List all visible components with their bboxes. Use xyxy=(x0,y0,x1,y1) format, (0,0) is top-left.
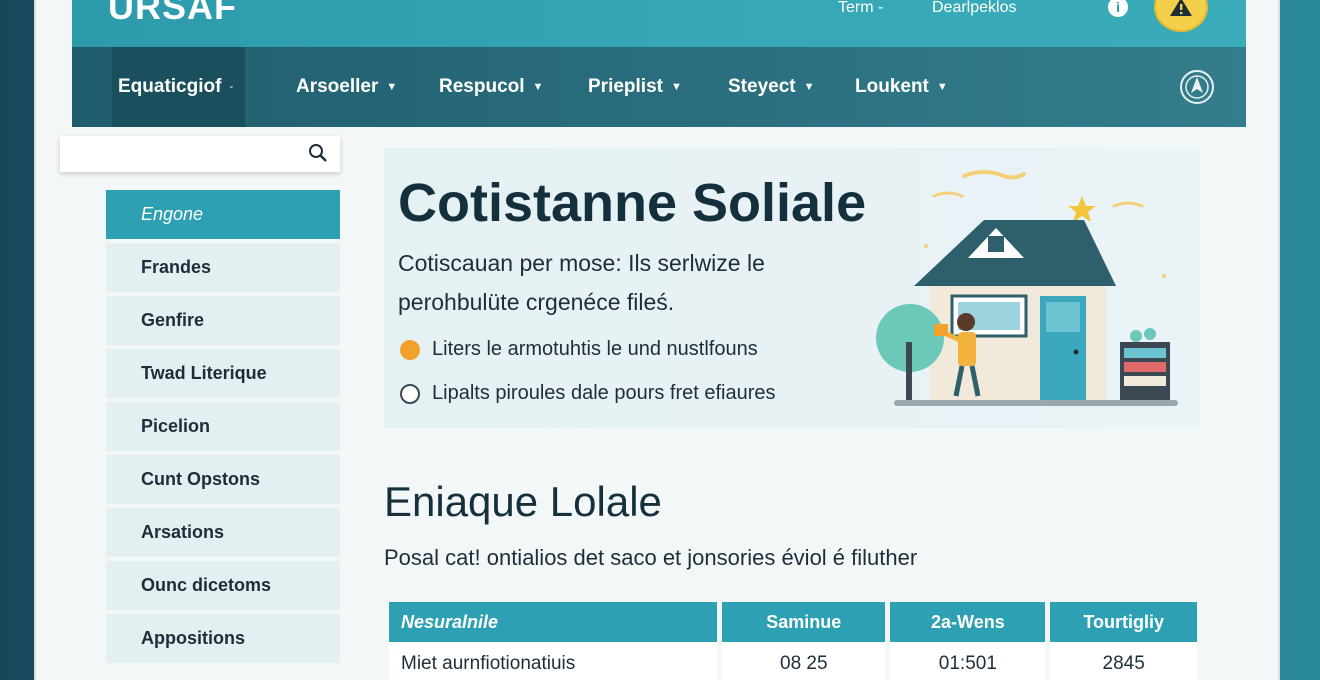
table-header[interactable]: Nesuralnile xyxy=(389,602,718,642)
radio-option-2[interactable]: Lipalts piroules dale pours fret efiaure… xyxy=(400,382,776,405)
sidebar-item-ounc-dicetoms[interactable]: Ounc dicetoms xyxy=(106,561,340,610)
sidebar-item-twad-literique[interactable]: Twad Literique xyxy=(106,349,340,398)
top-bar: URSAF Term - Dearlpeklos i xyxy=(72,0,1246,47)
house-illustration xyxy=(876,170,1178,406)
sidebar: Engone Frandes Genfire Twad Literique Pi… xyxy=(106,190,340,667)
top-link-departments[interactable]: Dearlpeklos xyxy=(932,0,1016,17)
sidebar-item-cunt-opstons[interactable]: Cunt Opstons xyxy=(106,455,340,504)
sidebar-item-frandes[interactable]: Frandes xyxy=(106,243,340,292)
nav-item-label: Steyect xyxy=(728,76,796,97)
radio-option-label: Liters le armotuhtis le und nustlfouns xyxy=(432,338,758,360)
data-table: Nesuralnile Saminue 2a-Wens Tourtigliy M… xyxy=(384,602,1202,680)
nav-item-label: Loukent xyxy=(855,76,929,97)
search-box xyxy=(60,136,340,172)
table-cell: Miet aurnfiotionatiuis xyxy=(389,642,718,680)
info-icon[interactable]: i xyxy=(1108,0,1128,17)
table-header[interactable]: 2a-Wens xyxy=(890,602,1046,642)
chevron-down-icon: - xyxy=(229,81,234,93)
radio-option-label: Lipalts piroules dale pours fret efiaure… xyxy=(432,382,776,404)
nav-item-label: Prieplist xyxy=(588,76,663,97)
table-cell: 2845 xyxy=(1050,642,1197,680)
sidebar-item-genfire[interactable]: Genfire xyxy=(106,296,340,345)
main-nav: Equaticgiof - Arsoeller ▼ Respucol ▼ Pri… xyxy=(72,47,1246,127)
table-header[interactable]: Saminue xyxy=(722,602,886,642)
sidebar-item-picelion[interactable]: Picelion xyxy=(106,402,340,451)
top-link-term[interactable]: Term - xyxy=(838,0,883,17)
hero-description: Cotiscauan per mose: Ils serlwize le per… xyxy=(398,250,765,315)
nav-item-label: Respucol xyxy=(439,76,525,97)
chevron-down-icon: ▼ xyxy=(532,81,544,93)
chevron-down-icon: ▼ xyxy=(670,81,682,93)
chevron-down-icon: ▼ xyxy=(803,81,815,93)
sidebar-item-appositions[interactable]: Appositions xyxy=(106,614,340,663)
nav-item-respucol[interactable]: Respucol ▼ xyxy=(439,47,543,127)
warning-button[interactable] xyxy=(1154,0,1208,32)
chevron-down-icon: ▼ xyxy=(386,81,398,93)
nav-item-loukent[interactable]: Loukent ▼ xyxy=(855,47,948,127)
table-header[interactable]: Tourtigliy xyxy=(1050,602,1197,642)
sidebar-item-engone[interactable]: Engone xyxy=(106,190,340,239)
chevron-down-icon: ▼ xyxy=(936,81,948,93)
sidebar-item-arsations[interactable]: Arsations xyxy=(106,508,340,557)
hero-panel: Cotistanne Soliale Cotiscauan per mose: … xyxy=(384,148,1200,428)
nav-item-arsoeller[interactable]: Arsoeller ▼ xyxy=(296,47,397,127)
table-row[interactable]: Miet aurnfiotionatiuis 08 25 01:501 2845 xyxy=(389,642,1197,680)
nav-item-label: Equaticgiof xyxy=(118,76,222,97)
nav-item-label: Arsoeller xyxy=(296,76,379,97)
logo[interactable]: URSAF xyxy=(108,0,237,28)
section-description: Posal cat! ontialios det saco et jonsori… xyxy=(384,545,918,570)
radio-unselected-icon[interactable] xyxy=(400,383,420,404)
hero-title: Cotistanne Soliale xyxy=(398,173,867,233)
section-title: Eniaque Lolale xyxy=(384,478,662,525)
radio-option-1[interactable]: Liters le armotuhtis le und nustlfouns xyxy=(400,338,758,361)
warning-icon xyxy=(1170,0,1192,16)
table-header-row: Nesuralnile Saminue 2a-Wens Tourtigliy xyxy=(389,602,1197,642)
emblem-icon[interactable] xyxy=(1178,68,1216,106)
table-cell: 08 25 xyxy=(722,642,886,680)
search-input[interactable] xyxy=(60,136,300,172)
nav-item-steyect[interactable]: Steyect ▼ xyxy=(728,47,815,127)
nav-item-prieplist[interactable]: Prieplist ▼ xyxy=(588,47,682,127)
table-cell: 01:501 xyxy=(890,642,1046,680)
radio-selected-icon[interactable] xyxy=(400,339,420,360)
search-icon[interactable] xyxy=(308,143,328,163)
nav-item-equaticgiof[interactable]: Equaticgiof - xyxy=(112,47,246,127)
